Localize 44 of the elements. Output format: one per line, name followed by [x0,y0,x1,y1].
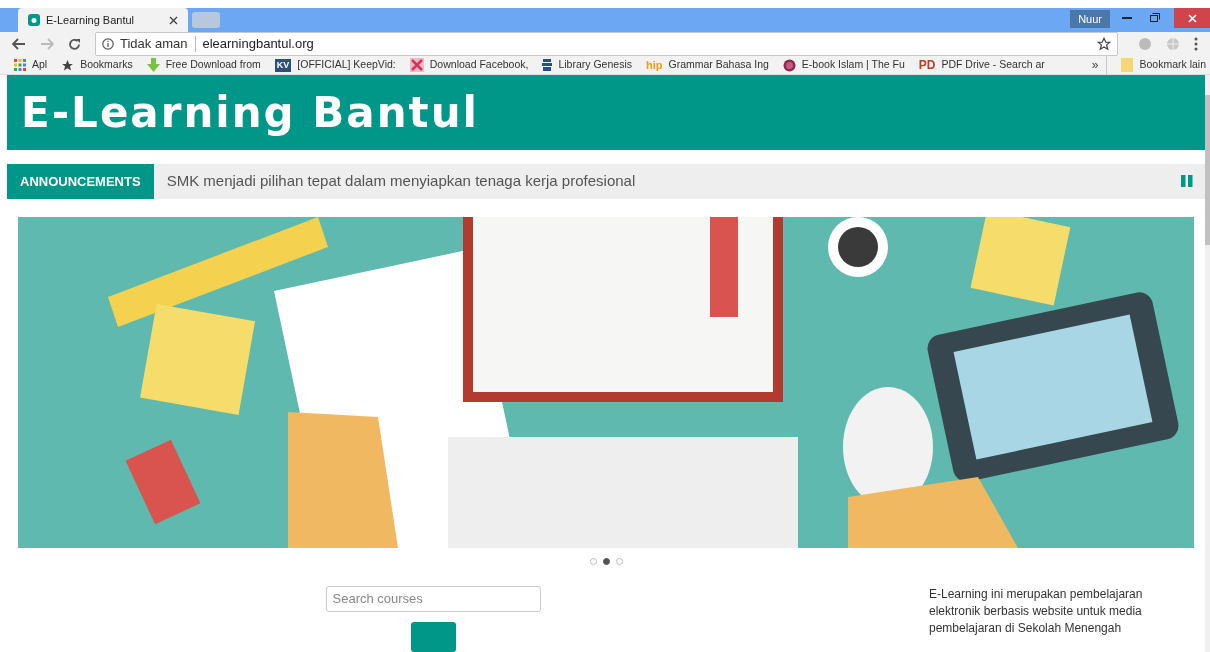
close-window-button[interactable] [1174,8,1210,29]
announcement-label: ANNOUNCEMENTS [7,164,154,199]
star-icon[interactable] [1097,37,1111,52]
security-label: Tidak aman [120,36,197,53]
site-title[interactable]: E-Learning Bantul [21,81,479,144]
bookmark-item[interactable]: Bookmarks [61,57,133,73]
bookmark-item[interactable]: E-book Islam | The Fu [782,57,905,73]
bookmark-item[interactable]: hip Grammar Bahasa Ing [645,57,769,73]
kv-icon: KV [274,58,292,72]
about-text: E-Learning ini merupakan pembelajaran elektronik berbasis website untuk media pembelajaran di Sekolah Menengah [929,586,1144,637]
bookmark-item[interactable]: PD PDF Drive - Search ar [918,57,1045,73]
info-icon[interactable] [102,38,114,51]
site-logo-icon [28,14,40,27]
browser-tab[interactable]: E-Learning Bantul [18,8,188,33]
minimize-icon[interactable] [1122,17,1132,21]
search-button[interactable] [410,622,456,652]
star-icon [61,58,75,72]
logo-icon: hip [645,59,663,71]
folder-icon [1121,58,1134,73]
search-field[interactable]: Search courses [325,586,541,612]
download-arrow-icon [146,58,160,73]
bookmark-folder[interactable]: Bookmark lain [1121,57,1206,73]
bookmark-item[interactable]: Apl [14,57,48,73]
close-icon[interactable] [169,15,178,25]
bookmark-item[interactable]: Download Facebook, [409,57,529,73]
address-bar[interactable]: Tidak aman elearningbantul.org [95,32,1118,57]
close-icon [1187,13,1197,23]
apps-grid-icon [14,59,26,72]
back-icon[interactable] [12,38,26,51]
books-stack-icon [542,58,553,73]
globe-icon [782,58,796,72]
bookmark-item[interactable]: Library Genesis [542,57,632,73]
menu-icon[interactable] [1194,37,1198,52]
pause-icon[interactable] [1181,175,1193,188]
bookmark-item[interactable]: KV [OFFICIAL] KeepVid: [274,57,396,73]
profile-button[interactable]: Nuur [1070,10,1110,29]
tab-title: E-Learning Bantul [46,12,136,28]
overflow-button[interactable]: » [1091,56,1108,74]
restore-icon[interactable] [1150,13,1160,23]
reload-icon[interactable] [68,37,81,51]
bookmark-item[interactable]: Free Download from [146,57,261,73]
url-text: elearningbantul.org [202,35,315,54]
logo-icon: PD [918,59,936,72]
announcement-text: SMK menjadi pilihan tepat dalam menyiapkan tenaga kerja profesional [165,171,637,192]
